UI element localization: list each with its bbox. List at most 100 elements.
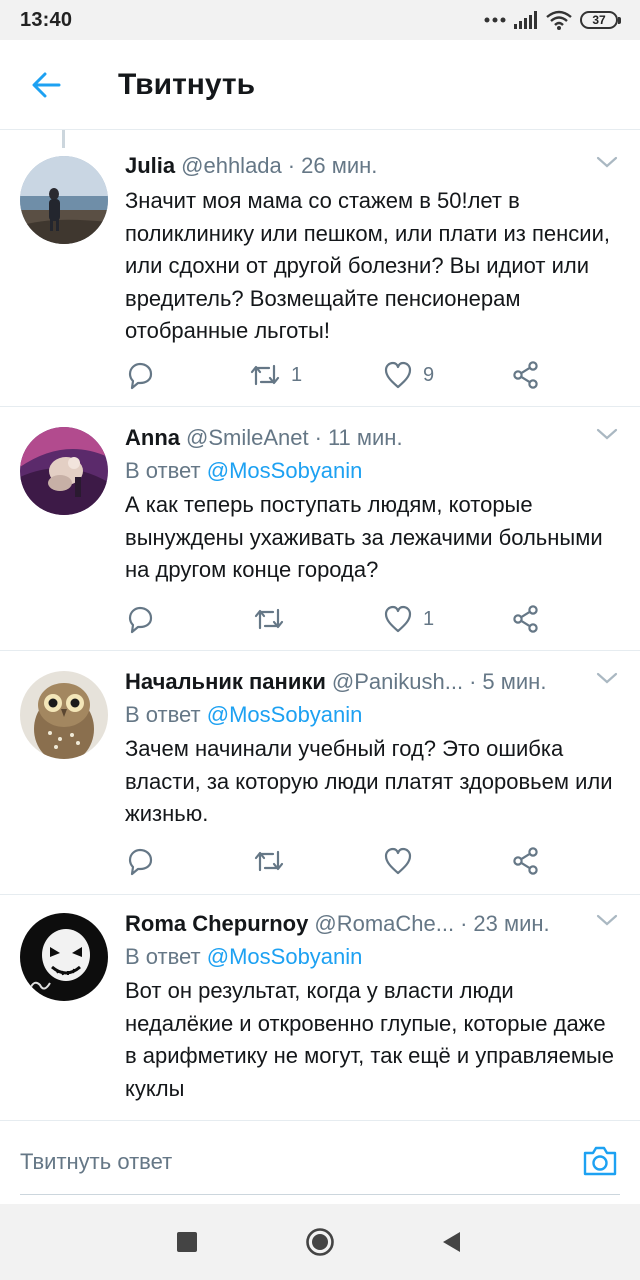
home-icon[interactable] bbox=[305, 1227, 335, 1257]
status-time: 13:40 bbox=[20, 8, 73, 31]
chevron-down-icon[interactable] bbox=[596, 155, 618, 169]
reply-icon bbox=[128, 362, 153, 390]
camera-icon bbox=[583, 1146, 617, 1176]
status-icons: 37 bbox=[484, 10, 621, 30]
avatar-image bbox=[20, 671, 108, 759]
tweet-body: Anna @SmileAnet · 11 мин. В ответ @MosSo… bbox=[125, 421, 618, 587]
avatar[interactable] bbox=[20, 156, 108, 244]
author-handle[interactable]: @ehhlada bbox=[181, 153, 282, 179]
reply-prefix: В ответ bbox=[125, 458, 201, 483]
system-nav-bar bbox=[0, 1204, 640, 1280]
retweet-icon bbox=[254, 850, 284, 872]
retweet-button[interactable]: 1 bbox=[249, 358, 302, 392]
avatar[interactable] bbox=[20, 427, 108, 515]
avatar[interactable] bbox=[20, 671, 108, 759]
chevron-down-icon[interactable] bbox=[596, 671, 618, 685]
reply-button[interactable] bbox=[125, 844, 155, 878]
retweet-icon bbox=[254, 608, 284, 630]
back-button[interactable] bbox=[0, 40, 92, 130]
tweet-text: А как теперь поступать людям, которые вы… bbox=[125, 492, 603, 582]
avatar-image bbox=[20, 427, 108, 515]
reply-mention-link[interactable]: @MosSobyanin bbox=[207, 702, 363, 727]
share-button[interactable] bbox=[511, 358, 541, 392]
reply-prefix: В ответ bbox=[125, 944, 201, 969]
share-icon bbox=[513, 847, 538, 875]
separator-dot: · bbox=[469, 669, 477, 694]
share-icon bbox=[513, 605, 538, 633]
input-underline bbox=[20, 1194, 620, 1195]
tweet-time: 5 мин. bbox=[482, 669, 547, 694]
tweet[interactable]: Julia @ehhlada · 26 мин. Значит моя мама… bbox=[0, 131, 640, 407]
tweet-time: 23 мин. bbox=[473, 911, 550, 936]
retweet-button[interactable] bbox=[253, 844, 285, 878]
author-name[interactable]: Anna bbox=[125, 425, 180, 451]
camera-button[interactable] bbox=[582, 1145, 618, 1182]
status-bar: 13:40 37 bbox=[0, 0, 640, 40]
like-button[interactable]: 1 bbox=[383, 602, 434, 636]
tweet-header: Julia @ehhlada · 26 мин. bbox=[125, 149, 618, 183]
reply-input[interactable]: Твитнуть ответ bbox=[20, 1149, 172, 1175]
reply-button[interactable] bbox=[125, 358, 155, 392]
retweet-button[interactable] bbox=[253, 602, 285, 636]
reply-context: В ответ @MosSobyanin bbox=[125, 699, 618, 731]
tweet-body: Roma Chepurnoy @RomaChe... · 23 мин. В о… bbox=[125, 907, 618, 1105]
like-button[interactable]: 9 bbox=[383, 358, 434, 392]
share-icon bbox=[513, 361, 538, 389]
like-count: 1 bbox=[423, 607, 435, 630]
tweet-text: Вот он результат, когда у власти люди не… bbox=[125, 978, 614, 1101]
reply-icon bbox=[128, 606, 153, 634]
app-header: Твитнуть bbox=[0, 40, 640, 130]
author-name[interactable]: Julia bbox=[125, 153, 175, 179]
tweet-body: Julia @ehhlada · 26 мин. Значит моя мама… bbox=[125, 149, 618, 348]
recent-apps-icon[interactable] bbox=[177, 1232, 197, 1252]
reply-compose-bar: Твитнуть ответ bbox=[0, 1120, 640, 1204]
share-button[interactable] bbox=[511, 844, 541, 878]
share-button[interactable] bbox=[511, 602, 541, 636]
like-button[interactable] bbox=[383, 844, 413, 878]
retweet-count: 1 bbox=[291, 363, 303, 386]
tweet-actions: 1 9 bbox=[125, 358, 555, 392]
reply-icon bbox=[128, 848, 153, 876]
chevron-down-icon[interactable] bbox=[596, 913, 618, 927]
tweet-header: Anna @SmileAnet · 11 мин. bbox=[125, 421, 618, 455]
tweet-actions: 1 bbox=[125, 602, 555, 636]
author-handle[interactable]: @Panikush... bbox=[332, 669, 463, 695]
tweet-text: Зачем начинали учебный год? Это ошибка в… bbox=[125, 736, 613, 826]
tweet[interactable]: Roma Chepurnoy @RomaChe... · 23 мин. В о… bbox=[0, 895, 640, 1120]
reply-prefix: В ответ bbox=[125, 702, 201, 727]
reply-mention-link[interactable]: @MosSobyanin bbox=[207, 458, 363, 483]
reply-mention-link[interactable]: @MosSobyanin bbox=[207, 944, 363, 969]
signal-icon bbox=[514, 11, 537, 29]
page-title: Твитнуть bbox=[118, 67, 256, 101]
separator-dot: · bbox=[314, 425, 322, 450]
tweet-text: Значит моя мама со стажем в 50!лет в пол… bbox=[125, 188, 610, 343]
reply-context: В ответ @MosSobyanin bbox=[125, 941, 618, 973]
avatar-image bbox=[20, 156, 108, 244]
tweet[interactable]: Начальник паники @Panikush... · 5 мин. В… bbox=[0, 651, 640, 895]
author-name[interactable]: Начальник паники bbox=[125, 669, 326, 695]
battery-level: 37 bbox=[592, 13, 606, 27]
like-count: 9 bbox=[423, 363, 435, 386]
avatar[interactable] bbox=[20, 913, 108, 1001]
reply-context: В ответ @MosSobyanin bbox=[125, 455, 618, 487]
chevron-down-icon[interactable] bbox=[596, 427, 618, 441]
tweet[interactable]: Anna @SmileAnet · 11 мин. В ответ @MosSo… bbox=[0, 407, 640, 651]
back-arrow-icon bbox=[32, 72, 61, 97]
tweet-header: Roma Chepurnoy @RomaChe... · 23 мин. bbox=[125, 907, 618, 941]
heart-icon bbox=[384, 847, 412, 875]
tweet-time: 26 мин. bbox=[301, 153, 378, 178]
tweet-header: Начальник паники @Panikush... · 5 мин. bbox=[125, 665, 618, 699]
author-handle[interactable]: @RomaChe... bbox=[314, 911, 454, 937]
avatar-image bbox=[20, 913, 108, 1001]
more-dots-icon bbox=[484, 17, 506, 23]
tweet-body: Начальник паники @Panikush... · 5 мин. В… bbox=[125, 665, 618, 831]
author-handle[interactable]: @SmileAnet bbox=[186, 425, 309, 451]
author-name[interactable]: Roma Chepurnoy bbox=[125, 911, 308, 937]
separator-dot: · bbox=[460, 911, 468, 936]
back-nav-icon[interactable] bbox=[440, 1230, 462, 1254]
reply-button[interactable] bbox=[125, 602, 155, 636]
wifi-icon bbox=[546, 10, 572, 30]
battery-indicator: 37 bbox=[580, 11, 621, 29]
heart-icon bbox=[384, 605, 412, 633]
tweet-time: 11 мин. bbox=[327, 425, 403, 450]
